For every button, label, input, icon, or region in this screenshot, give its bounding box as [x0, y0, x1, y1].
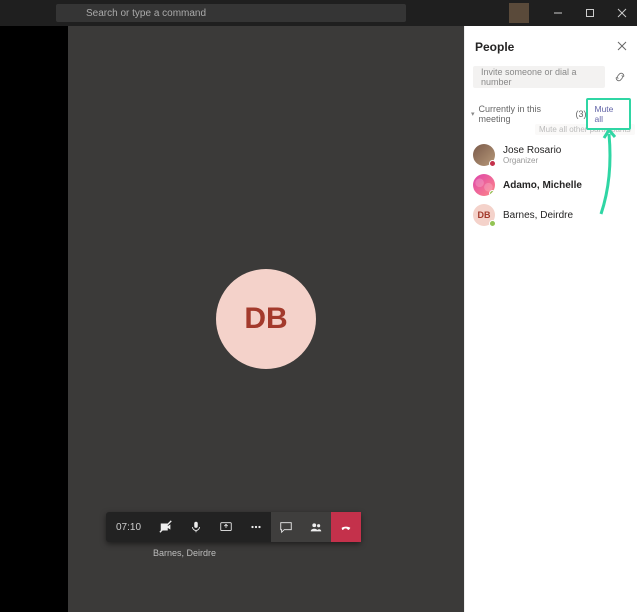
mute-all-button[interactable]: Mute all — [586, 98, 631, 130]
participant-avatar: DB — [473, 204, 495, 226]
camera-toggle-button[interactable] — [151, 512, 181, 542]
invite-input[interactable]: Invite someone or dial a number — [473, 66, 605, 88]
participant-info: Barnes, Deirdre — [503, 210, 573, 221]
section-header[interactable]: ▾ Currently in this meeting (3) Mute all… — [465, 88, 637, 136]
annotation-arrow — [591, 128, 621, 218]
participant-avatar-large: DB — [216, 269, 316, 369]
profile-avatar[interactable] — [509, 3, 529, 23]
chat-button[interactable] — [271, 512, 301, 542]
participant-info: Jose Rosario Organizer — [503, 145, 561, 165]
participant-name: Adamo, Michelle — [503, 180, 582, 191]
more-options-button[interactable] — [241, 512, 271, 542]
call-duration: 07:10 — [106, 522, 151, 533]
presence-indicator — [489, 160, 496, 167]
maximize-button[interactable] — [579, 0, 601, 26]
share-screen-button[interactable] — [211, 512, 241, 542]
minimize-button[interactable] — [547, 0, 569, 26]
participant-avatar — [473, 174, 495, 196]
participant-nameplate: Barnes, Deirdre — [153, 548, 216, 558]
avatar-initials: DB — [244, 302, 287, 336]
close-button[interactable] — [611, 0, 633, 26]
participant-avatar — [473, 144, 495, 166]
caret-down-icon: ▾ — [471, 110, 475, 118]
avatar-initials: DB — [478, 210, 491, 220]
people-panel: People Invite someone or dial a number ▾… — [464, 26, 637, 612]
hangup-button[interactable] — [331, 512, 361, 542]
copy-link-icon[interactable] — [611, 68, 629, 86]
main-area: DB 07:10 Bar — [0, 26, 637, 612]
section-label: Currently in this meeting — [479, 104, 572, 124]
panel-title: People — [475, 40, 514, 54]
window-controls — [509, 0, 633, 26]
people-button[interactable] — [301, 512, 331, 542]
participant-name: Jose Rosario — [503, 145, 561, 156]
microphone-toggle-button[interactable] — [181, 512, 211, 542]
search-placeholder: Search or type a command — [86, 8, 206, 19]
participant-name: Barnes, Deirdre — [503, 210, 573, 221]
section-count: (3) — [575, 109, 586, 119]
panel-header: People — [465, 26, 637, 66]
title-bar: Search or type a command — [0, 0, 637, 26]
presence-indicator — [489, 190, 495, 196]
invite-placeholder: Invite someone or dial a number — [481, 67, 605, 87]
meeting-control-bar: 07:10 — [106, 512, 361, 542]
panel-close-button[interactable] — [617, 38, 627, 56]
app-rail — [0, 26, 68, 612]
participant-info: Adamo, Michelle — [503, 180, 582, 191]
search-input[interactable]: Search or type a command — [56, 4, 406, 22]
participant-role: Organizer — [503, 156, 561, 165]
invite-row: Invite someone or dial a number — [465, 66, 637, 88]
presence-indicator — [489, 220, 496, 227]
meeting-stage: DB 07:10 Bar — [68, 26, 464, 612]
